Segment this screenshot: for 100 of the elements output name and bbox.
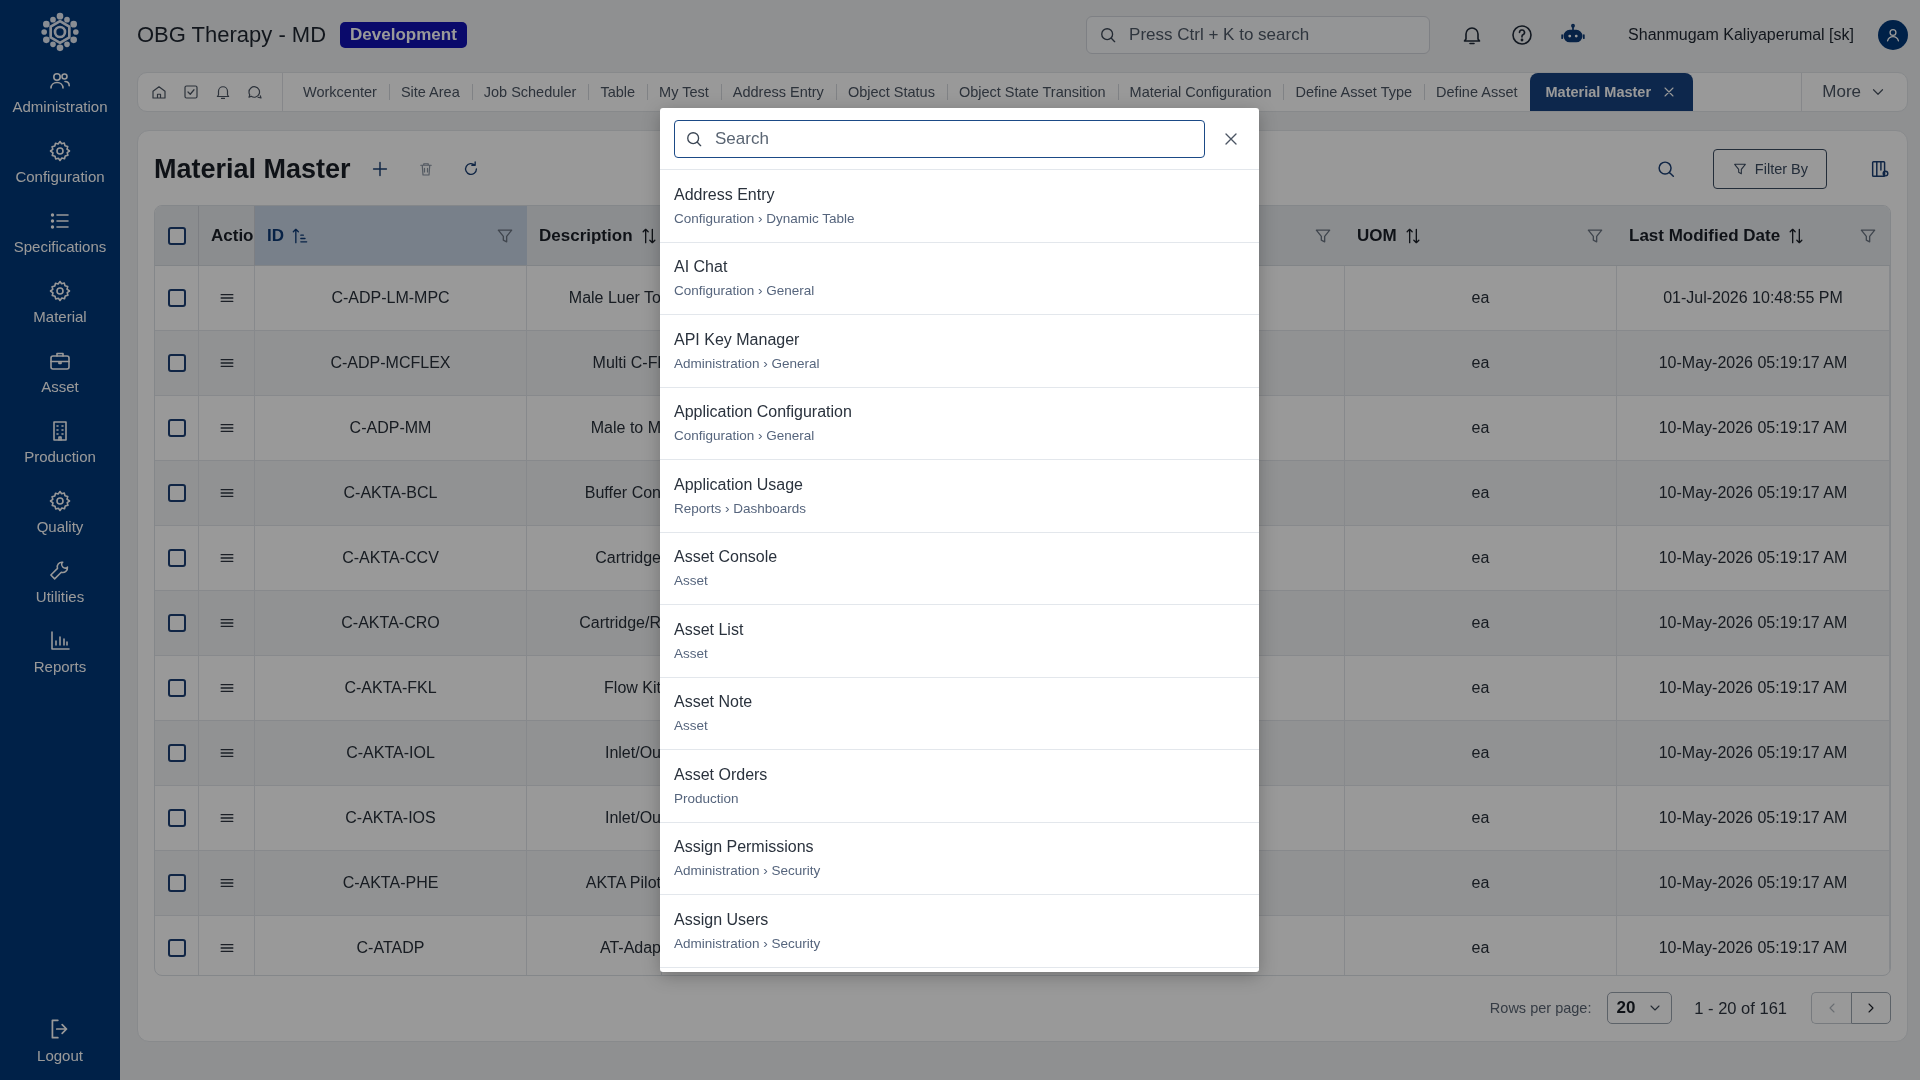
column-header: Last Modified Date — [1629, 225, 1781, 246]
tab[interactable]: Define Asset Type — [1283, 73, 1425, 111]
result-title: Asset List — [674, 620, 744, 639]
table-cell: ea — [1345, 591, 1617, 656]
table-cell: C-AKTA-BCL — [255, 461, 527, 526]
search-result[interactable]: Asset Orders Production — [660, 750, 1259, 823]
table-cell: Cartridge/R — [527, 591, 662, 656]
search-result[interactable]: Asset List Asset — [660, 605, 1259, 678]
sidebar-item[interactable]: Administration — [0, 69, 120, 139]
logo-icon — [40, 12, 80, 52]
tab[interactable]: Material Master — [1529, 73, 1694, 111]
sidebar-item[interactable]: Material — [0, 279, 120, 349]
bar-chart-icon — [48, 629, 72, 653]
gear-icon — [48, 139, 72, 163]
sidebar-item[interactable]: Specifications — [0, 209, 120, 279]
tab[interactable]: Object State Transition — [946, 73, 1118, 111]
home-icon[interactable] — [150, 83, 168, 101]
funnel-icon — [1731, 161, 1748, 177]
environment-badge: Development — [340, 22, 467, 48]
table-cell: C-ATADP — [255, 916, 527, 975]
checkbox[interactable] — [167, 939, 186, 957]
tab[interactable]: My Test — [647, 73, 721, 111]
sidebar-item[interactable]: Reports — [0, 629, 120, 699]
app-title: OBG Therapy - MD — [137, 22, 327, 48]
table-cell: 10-May-2026 05:19:17 AM — [1617, 331, 1890, 396]
checkbox[interactable] — [167, 809, 186, 827]
filter-button[interactable]: Filter By — [1712, 149, 1827, 189]
search-result[interactable]: Assign Users Administration › Security — [660, 895, 1259, 968]
result-title: Assign Users — [674, 910, 769, 929]
result-path: Reports › Dashboards — [674, 500, 807, 516]
search-field[interactable]: Search — [674, 120, 1205, 158]
result-path: Administration › General — [674, 355, 820, 371]
column-header: Description — [539, 225, 633, 246]
page-title: Material Master — [154, 153, 351, 185]
result-path: Production — [674, 790, 739, 806]
search-result[interactable]: Application Configuration Configuration › General — [660, 387, 1259, 460]
table-cell: 10-May-2026 05:19:17 AM — [1617, 461, 1890, 526]
table-cell: ea — [1345, 721, 1617, 786]
sidebar-item[interactable]: Asset — [0, 349, 120, 419]
checkbox[interactable] — [167, 679, 186, 697]
column-settings-icon[interactable] — [1869, 158, 1891, 180]
bell-icon[interactable] — [214, 83, 232, 101]
sidebar-item[interactable]: Quality — [0, 489, 120, 559]
tab[interactable]: Material Configuration — [1117, 73, 1284, 111]
gear-icon — [48, 489, 72, 513]
chat-icon[interactable] — [246, 83, 264, 101]
checkbox[interactable] — [167, 289, 186, 307]
checkbox[interactable] — [167, 419, 186, 437]
tab[interactable]: Workcenter — [291, 73, 389, 111]
search-result[interactable]: API Key Manager Administration › General — [660, 315, 1259, 388]
table-cell: ea — [1345, 916, 1617, 975]
result-title: Asset Console — [674, 548, 778, 567]
result-title: AI Chat — [674, 258, 728, 277]
checkbox-icon[interactable] — [182, 83, 200, 101]
logout-button[interactable]: Logout — [0, 1016, 120, 1064]
sidebar-item[interactable]: Utilities — [0, 559, 120, 629]
checkbox[interactable] — [167, 614, 186, 632]
tab[interactable]: Site Area — [388, 73, 472, 111]
table-cell: Inlet/Ou — [527, 721, 662, 786]
checkbox[interactable] — [167, 484, 186, 502]
tab[interactable]: Address Entry — [720, 73, 836, 111]
tab[interactable]: Job Scheduler — [471, 73, 589, 111]
column-header: Actio — [211, 225, 254, 246]
result-title: Asset Note — [674, 693, 753, 712]
result-path: Administration › Security — [674, 935, 821, 951]
checkbox[interactable] — [167, 226, 186, 245]
gear-icon — [48, 279, 72, 303]
tab[interactable]: Table — [588, 73, 648, 111]
table-cell: AKTA Pilot — [527, 851, 662, 916]
search-result[interactable]: AI Chat Configuration › General — [660, 242, 1259, 315]
table-cell: C-ADP-MCFLEX — [255, 331, 527, 396]
checkbox[interactable] — [167, 744, 186, 762]
tab[interactable]: Object Status — [835, 73, 947, 111]
checkbox[interactable] — [167, 549, 186, 567]
tab[interactable]: Define Asset — [1424, 73, 1530, 111]
result-path: Asset — [674, 645, 708, 661]
sidebar-item[interactable]: Production — [0, 419, 120, 489]
table-cell: ea — [1345, 331, 1617, 396]
result-path: Asset — [674, 573, 708, 589]
table-cell: 10-May-2026 05:19:17 AM — [1617, 916, 1890, 975]
table-cell: Multi C-Fl — [527, 331, 662, 396]
user-avatar[interactable] — [1878, 20, 1908, 50]
search-icon — [684, 129, 704, 149]
table-cell: ea — [1345, 461, 1617, 526]
search-result[interactable]: Assign Permissions Administration › Security — [660, 822, 1259, 895]
search-result[interactable]: Application Usage Reports › Dashboards — [660, 460, 1259, 533]
column-header: ID — [267, 225, 284, 246]
table-cell: 10-May-2026 05:19:17 AM — [1617, 851, 1890, 916]
rows-per-page-select[interactable]: 20 — [1607, 992, 1673, 1025]
search-result[interactable]: Address Entry Configuration › Dynamic Table — [660, 170, 1259, 243]
search-result[interactable]: Asset Note Asset — [660, 677, 1259, 750]
sidebar-item[interactable]: Configuration — [0, 139, 120, 209]
result-title: Address Entry — [674, 185, 775, 204]
checkbox[interactable] — [167, 354, 186, 372]
checkbox[interactable] — [167, 874, 186, 892]
more-button[interactable]: More — [1801, 73, 1907, 111]
result-path: Configuration › Dynamic Table — [674, 210, 855, 226]
help-icon[interactable] — [1510, 23, 1535, 47]
search-result[interactable]: Asset Console Asset — [660, 532, 1259, 605]
result-title: Application Usage — [674, 475, 803, 494]
